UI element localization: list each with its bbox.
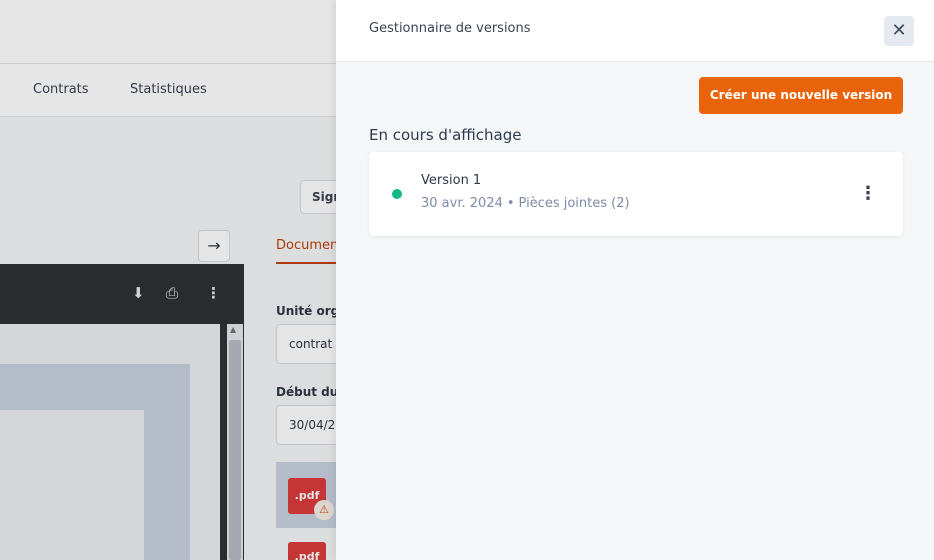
drawer-title: Gestionnaire de versions — [369, 21, 531, 36]
version-meta: 30 avr. 2024 • Pièces jointes (2) — [421, 196, 630, 211]
version-card[interactable]: Version 1 30 avr. 2024 • Pièces jointes (2… — [369, 152, 903, 236]
meta-separator: • — [506, 196, 515, 211]
section-title: En cours d'affichage — [369, 126, 522, 144]
version-date: 30 avr. 2024 — [421, 196, 503, 211]
status-dot-icon — [392, 189, 402, 199]
create-version-button[interactable]: Créer une nouvelle version — [699, 77, 903, 114]
version-attachments[interactable]: Pièces jointes (2) — [519, 196, 630, 211]
version-name: Version 1 — [421, 173, 482, 188]
close-icon[interactable]: ✕ — [884, 16, 914, 46]
drawer-header: Gestionnaire de versions ✕ — [336, 0, 934, 62]
version-manager-drawer: Gestionnaire de versions ✕ Créer une nou… — [336, 0, 934, 560]
more-vertical-icon[interactable]: ⋮ — [856, 182, 880, 206]
